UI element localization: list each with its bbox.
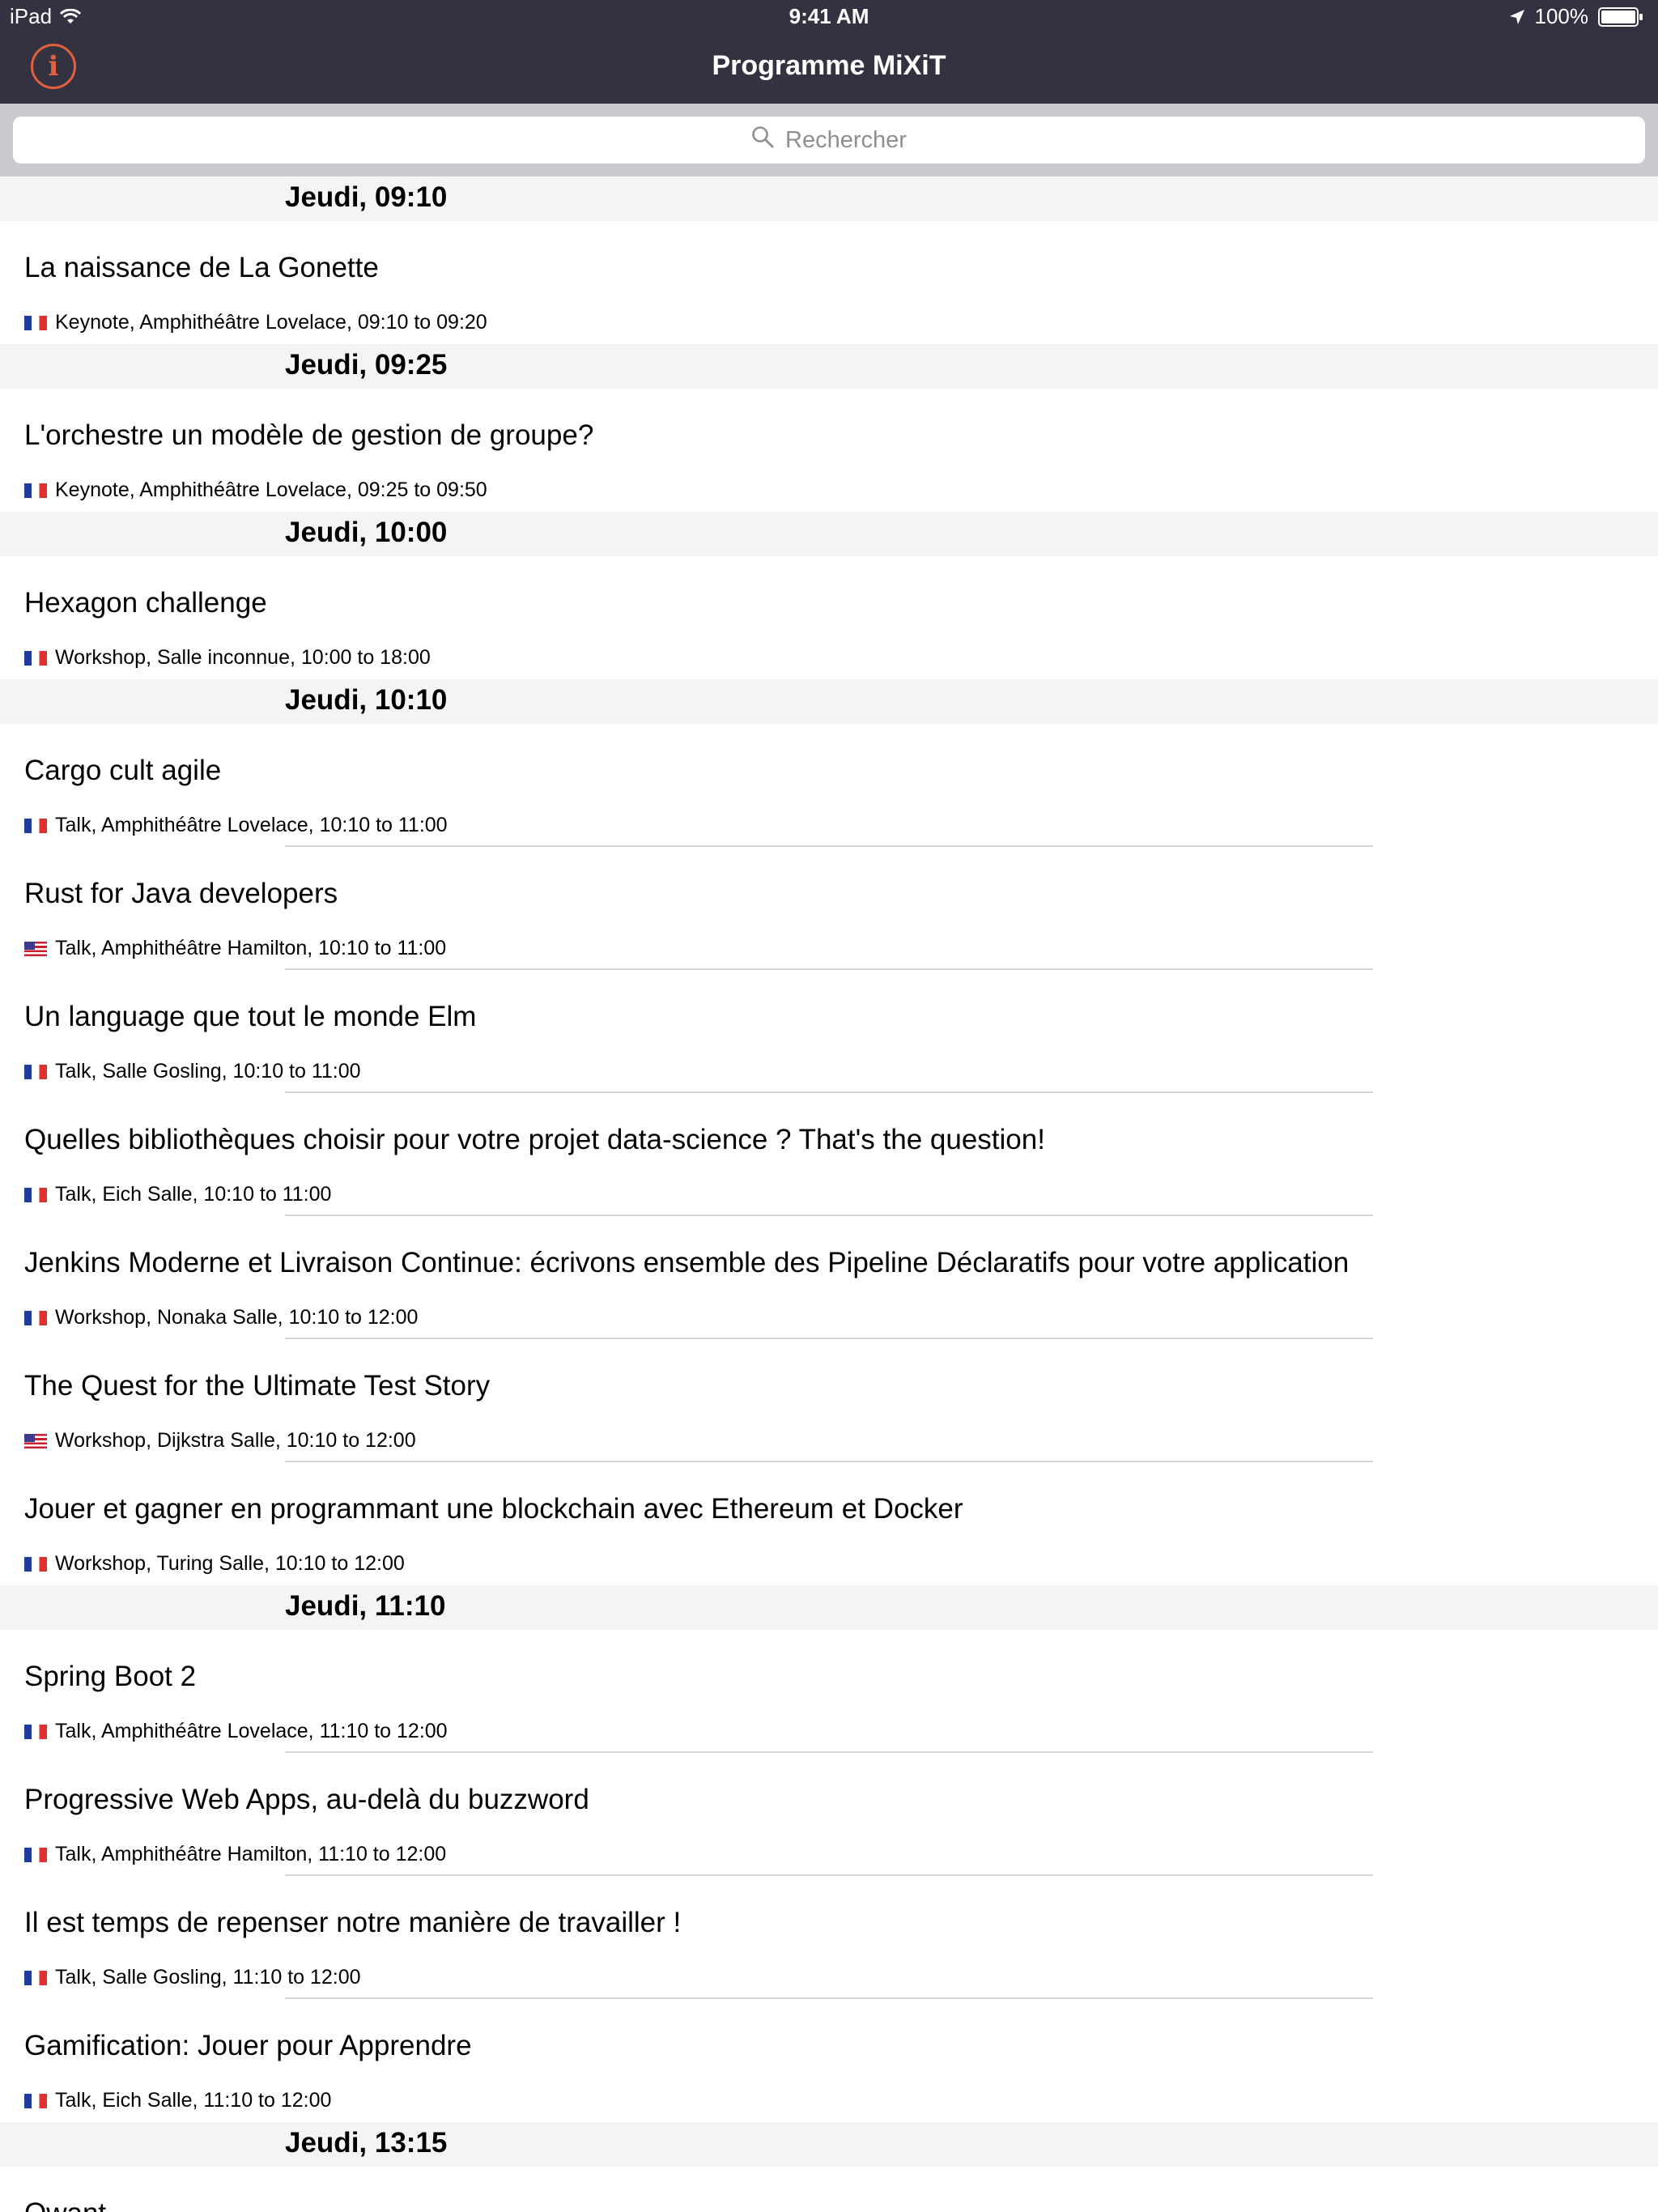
session-row[interactable]: Rust for Java developers Talk, Amphithéât… [0,847,1658,970]
session-details: Talk, Eich Salle, 11:10 to 12:00 [55,2089,332,2112]
session-row[interactable]: Jouer et gagner en programmant une block… [0,1462,1658,1585]
session-details: Talk, Amphithéâtre Hamilton, 11:10 to 12… [55,1843,447,1865]
location-arrow-icon [1509,9,1525,25]
section-header-label: Jeudi, 10:10 [285,684,448,716]
session-title: Qwant [24,2197,106,2212]
session-meta: Talk, Salle Gosling, 10:10 to 11:00 [24,1060,361,1083]
search-icon [751,125,774,155]
session-details: Talk, Salle Gosling, 11:10 to 12:00 [55,1966,361,1989]
session-meta: Keynote, Amphithéâtre Lovelace, 09:25 to… [24,479,487,502]
session-title: Jenkins Moderne et Livraison Continue: é… [24,1247,1350,1278]
battery-percent: 100% [1534,4,1589,28]
session-meta: Talk, Amphithéâtre Hamilton, 10:10 to 11… [24,937,446,960]
session-title: Quelles bibliothèques choisir pour votre… [24,1124,1045,1155]
french-flag-icon [24,1847,47,1862]
french-flag-icon [24,1556,47,1572]
section-header: Jeudi, 10:10 [0,679,1658,724]
session-title: Jouer et gagner en programmant une block… [24,1493,963,1525]
session-meta: Talk, Eich Salle, 11:10 to 12:00 [24,2089,331,2112]
session-row[interactable]: Gamification: Jouer pour Apprendre Talk, … [0,1999,1658,2122]
session-details: Talk, Salle Gosling, 10:10 to 11:00 [55,1060,361,1083]
french-flag-icon [24,315,47,330]
french-flag-icon [24,1724,47,1739]
search-bar: Rechercher [0,104,1658,177]
search-input[interactable]: Rechercher [13,117,1645,164]
french-flag-icon [24,483,47,498]
session-title: Rust for Java developers [24,878,338,909]
french-flag-icon [24,650,47,666]
section-header-label: Jeudi, 10:00 [285,517,448,548]
section-header-label: Jeudi, 13:15 [285,2127,448,2159]
status-time: 9:41 AM [789,4,869,28]
session-row[interactable]: Jenkins Moderne et Livraison Continue: é… [0,1216,1658,1339]
session-details: Keynote, Amphithéâtre Lovelace, 09:25 to… [55,479,487,501]
session-details: Talk, Amphithéâtre Lovelace, 11:10 to 12… [55,1720,448,1742]
section-header: Jeudi, 09:25 [0,344,1658,389]
french-flag-icon [24,1310,47,1325]
section-header-label: Jeudi, 11:10 [285,1590,446,1622]
section-header: Jeudi, 09:10 [0,177,1658,221]
session-row[interactable]: Progressive Web Apps, au-delà du buzzwor… [0,1753,1658,1876]
session-row[interactable]: Un language que tout le monde Elm Talk, S… [0,970,1658,1093]
session-title: L'orchestre un modèle de gestion de grou… [24,419,594,451]
session-details: Workshop, Nonaka Salle, 10:10 to 12:00 [55,1306,419,1329]
search-placeholder: Rechercher [785,126,907,153]
french-flag-icon [24,1970,47,1985]
section-header: Jeudi, 13:15 [0,2122,1658,2167]
page-title: Programme MiXiT [712,50,946,81]
session-title: Cargo cult agile [24,755,222,786]
session-meta: Workshop, Salle inconnue, 10:00 to 18:00 [24,646,431,670]
section-header-label: Jeudi, 09:25 [285,349,448,381]
session-details: Workshop, Salle inconnue, 10:00 to 18:00 [55,646,431,669]
session-title: The Quest for the Ultimate Test Story [24,1370,491,1402]
section-header-label: Jeudi, 09:10 [285,181,448,213]
session-meta: Talk, Amphithéâtre Hamilton, 11:10 to 12… [24,1843,446,1866]
french-flag-icon [24,818,47,833]
session-row[interactable]: Qwant [0,2167,1658,2212]
session-meta: Workshop, Turing Salle, 10:10 to 12:00 [24,1552,405,1576]
us-flag-icon [24,1433,47,1448]
session-details: Workshop, Dijkstra Salle, 10:10 to 12:00 [55,1429,416,1452]
status-bar: iPad 9:41 AM 100% [0,0,1658,32]
session-details: Talk, Amphithéâtre Hamilton, 10:10 to 11… [55,937,447,959]
session-details: Talk, Eich Salle, 10:10 to 11:00 [55,1183,332,1206]
session-row[interactable]: Il est temps de repenser notre manière d… [0,1876,1658,1999]
session-details: Keynote, Amphithéâtre Lovelace, 09:10 to… [55,311,487,334]
section-header: Jeudi, 11:10 [0,1585,1658,1630]
session-row[interactable]: The Quest for the Ultimate Test Story Wor… [0,1339,1658,1462]
session-title: Progressive Web Apps, au-delà du buzzwor… [24,1784,589,1815]
session-details: Workshop, Turing Salle, 10:10 to 12:00 [55,1552,405,1575]
french-flag-icon [24,1187,47,1202]
battery-icon [1598,6,1647,28]
session-title: Il est temps de repenser notre manière d… [24,1907,682,1938]
session-list[interactable]: Jeudi, 09:10 La naissance de La Gonette Ke… [0,177,1658,2212]
session-title: Spring Boot 2 [24,1661,197,1692]
section-header: Jeudi, 10:00 [0,512,1658,556]
session-meta: Talk, Eich Salle, 10:10 to 11:00 [24,1183,331,1206]
session-meta: Talk, Salle Gosling, 11:10 to 12:00 [24,1966,361,1989]
session-row[interactable]: Spring Boot 2 Talk, Amphithéâtre Lovelace… [0,1630,1658,1753]
session-title: Gamification: Jouer pour Apprendre [24,2030,472,2061]
session-meta: Workshop, Nonaka Salle, 10:10 to 12:00 [24,1306,418,1329]
session-details: Talk, Amphithéâtre Lovelace, 10:10 to 11… [55,814,448,836]
session-row[interactable]: La naissance de La Gonette Keynote, Amphi… [0,221,1658,344]
french-flag-icon [24,2093,47,2108]
session-title: Un language que tout le monde Elm [24,1001,477,1032]
french-flag-icon [24,1064,47,1079]
session-title: Hexagon challenge [24,587,267,619]
navigation-bar: i Programme MiXiT [0,32,1658,104]
session-row[interactable]: Quelles bibliothèques choisir pour votre… [0,1093,1658,1216]
session-row[interactable]: Hexagon challenge Workshop, Salle inconnu… [0,556,1658,679]
session-title: La naissance de La Gonette [24,252,379,283]
session-meta: Talk, Amphithéâtre Lovelace, 11:10 to 12… [24,1720,448,1743]
session-row[interactable]: Cargo cult agile Talk, Amphithéâtre Lovel… [0,724,1658,847]
status-bar-right: 100% [1509,4,1647,29]
session-meta: Keynote, Amphithéâtre Lovelace, 09:10 to… [24,311,487,334]
session-meta: Workshop, Dijkstra Salle, 10:10 to 12:00 [24,1429,416,1453]
us-flag-icon [24,941,47,956]
session-meta: Talk, Amphithéâtre Lovelace, 10:10 to 11… [24,814,448,837]
session-row[interactable]: L'orchestre un modèle de gestion de grou… [0,389,1658,512]
